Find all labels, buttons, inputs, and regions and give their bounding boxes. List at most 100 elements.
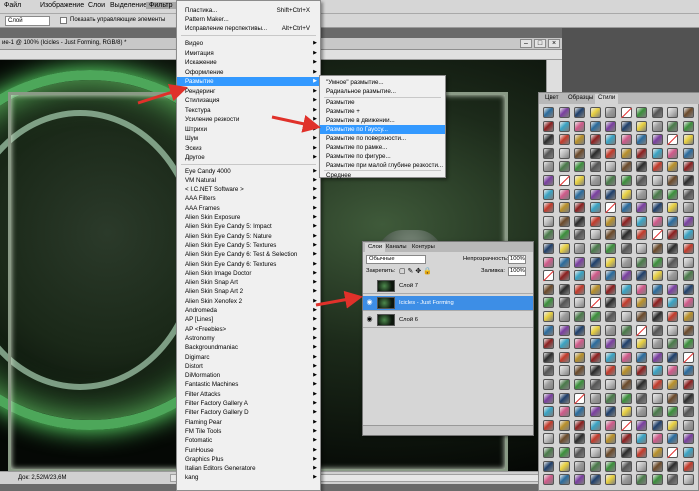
style-swatch[interactable] (558, 365, 570, 377)
style-swatch[interactable] (636, 107, 647, 118)
style-swatch[interactable] (667, 447, 678, 458)
style-swatch[interactable] (682, 107, 694, 118)
style-swatch[interactable] (574, 175, 585, 186)
layer-row[interactable]: Слой 7 (363, 279, 533, 294)
style-swatch[interactable] (651, 351, 663, 363)
layer-row[interactable]: ◉ Слой 6 (363, 313, 533, 328)
style-swatch[interactable] (636, 229, 647, 241)
blur-item-10[interactable]: Среднее (320, 171, 445, 181)
menu-select[interactable]: Выделение (110, 2, 147, 9)
style-swatch[interactable] (589, 120, 601, 132)
style-swatch[interactable] (589, 338, 601, 350)
style-swatch[interactable] (605, 406, 616, 418)
style-swatch[interactable] (667, 215, 678, 227)
menu-item-plugin-31[interactable]: Graphics Plus ▶ (177, 455, 320, 464)
style-swatch[interactable] (558, 188, 570, 200)
style-swatch[interactable] (682, 147, 694, 159)
menu-item-plugin-5[interactable]: Alien Skin Exposure ▶ (177, 213, 320, 222)
style-swatch[interactable] (651, 460, 663, 472)
menu-item-plugin-15[interactable]: Andromeda ▶ (177, 306, 320, 315)
style-swatch[interactable] (543, 256, 554, 268)
style-swatch[interactable] (667, 338, 678, 350)
style-swatch[interactable] (651, 311, 663, 322)
style-swatch[interactable] (620, 433, 632, 445)
style-swatch[interactable] (620, 229, 632, 241)
style-swatch[interactable] (558, 297, 570, 309)
style-swatch[interactable] (636, 256, 647, 268)
style-swatch[interactable] (667, 134, 678, 146)
style-swatch[interactable] (574, 460, 585, 472)
style-swatch[interactable] (682, 447, 694, 458)
style-swatch[interactable] (605, 474, 616, 486)
style-swatch[interactable] (558, 447, 570, 458)
style-swatch[interactable] (651, 107, 663, 118)
style-swatch[interactable] (667, 229, 678, 241)
style-swatch[interactable] (667, 188, 678, 200)
style-swatch[interactable] (605, 161, 616, 173)
style-swatch[interactable] (667, 365, 678, 377)
style-swatch[interactable] (636, 175, 647, 186)
menu-item-plugin-18[interactable]: Astronomy ▶ (177, 334, 320, 343)
auto-select-dropdown[interactable]: Слой (5, 16, 50, 26)
style-swatch[interactable] (605, 175, 616, 186)
menu-item-category-1[interactable]: Имитация ▶ (177, 49, 320, 58)
close-button[interactable]: × (548, 39, 560, 48)
style-swatch[interactable] (667, 120, 678, 132)
style-swatch[interactable] (574, 147, 585, 159)
style-swatch[interactable] (543, 433, 554, 445)
style-swatch[interactable] (667, 175, 678, 186)
style-swatch[interactable] (605, 324, 616, 336)
style-swatch[interactable] (589, 406, 601, 418)
style-swatch[interactable] (636, 433, 647, 445)
style-swatch[interactable] (651, 324, 663, 336)
style-swatch[interactable] (605, 392, 616, 404)
style-swatch[interactable] (651, 297, 663, 309)
style-swatch[interactable] (589, 256, 601, 268)
style-swatch[interactable] (589, 283, 601, 295)
style-swatch[interactable] (682, 120, 694, 132)
style-swatch[interactable] (682, 134, 694, 146)
style-swatch[interactable] (605, 447, 616, 458)
style-swatch[interactable] (558, 147, 570, 159)
style-swatch[interactable] (620, 283, 632, 295)
style-swatch[interactable] (574, 134, 585, 146)
style-swatch[interactable] (605, 433, 616, 445)
style-swatch[interactable] (574, 188, 585, 200)
style-swatch[interactable] (558, 338, 570, 350)
style-swatch[interactable] (589, 379, 601, 390)
style-swatch[interactable] (543, 134, 554, 146)
menu-item-plugin-6[interactable]: Alien Skin Eye Candy 5: Impact ▶ (177, 222, 320, 231)
style-swatch[interactable] (620, 351, 632, 363)
style-swatch[interactable] (574, 365, 585, 377)
menu-item-category-3[interactable]: Оформление ▶ (177, 68, 320, 77)
menu-item-plugin-13[interactable]: Alien Skin Snap Art 2 ▶ (177, 287, 320, 296)
style-swatch[interactable] (682, 392, 694, 404)
menu-item-plugin-7[interactable]: Alien Skin Eye Candy 5: Nature ▶ (177, 232, 320, 241)
style-swatch[interactable] (558, 419, 570, 431)
style-swatch[interactable] (589, 188, 601, 200)
style-swatch[interactable] (636, 134, 647, 146)
style-swatch[interactable] (667, 202, 678, 214)
style-swatch[interactable] (636, 311, 647, 322)
style-swatch[interactable] (589, 419, 601, 431)
style-swatch[interactable] (589, 147, 601, 159)
style-swatch[interactable] (574, 283, 585, 295)
style-swatch[interactable] (543, 392, 554, 404)
menu-item-plugin-23[interactable]: Fantastic Machines ▶ (177, 380, 320, 389)
style-swatch[interactable] (574, 202, 585, 214)
maximize-button[interactable]: □ (534, 39, 546, 48)
style-swatch[interactable] (651, 338, 663, 350)
style-swatch[interactable] (543, 147, 554, 159)
style-swatch[interactable] (543, 419, 554, 431)
style-swatch[interactable] (543, 215, 554, 227)
menu-item-lens-correction[interactable]: Исправление перспективы... Alt+Ctrl+V (177, 24, 320, 33)
style-swatch[interactable] (682, 202, 694, 214)
visibility-eye-icon[interactable]: ◉ (365, 316, 374, 324)
style-swatch[interactable] (558, 392, 570, 404)
menu-item-plugin-0[interactable]: Eye Candy 4000 ▶ (177, 167, 320, 176)
menu-item-liquify[interactable]: Пластика... Shift+Ctrl+X (177, 6, 320, 15)
menu-item-plugin-29[interactable]: Fotomatic ▶ (177, 436, 320, 445)
menu-item-plugin-33[interactable]: kang ▶ (177, 473, 320, 482)
tab-swatches[interactable]: Образцы (565, 94, 596, 104)
style-swatch[interactable] (605, 379, 616, 390)
